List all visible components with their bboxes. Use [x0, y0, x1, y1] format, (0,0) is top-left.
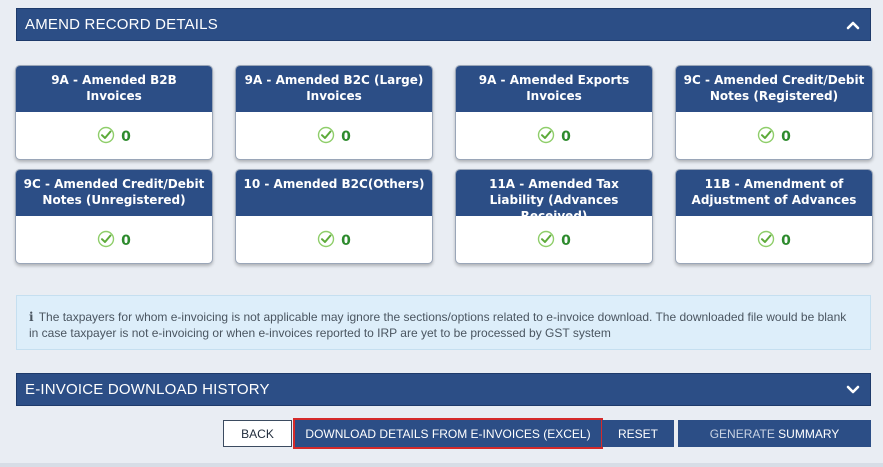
amend-record-details-header[interactable]: AMEND RECORD DETAILS [16, 8, 871, 41]
tile-9a-b2c-large[interactable]: 9A - Amended B2C (Large) Invoices 0 [235, 65, 433, 160]
e-invoice-info-note: i The taxpayers for whom e-invoicing is … [16, 295, 871, 350]
tile-label: 10 - Amended B2C(Others) [236, 170, 432, 216]
tile-count: 0 [781, 232, 791, 249]
e-invoice-download-history-header[interactable]: E-INVOICE DOWNLOAD HISTORY [16, 373, 871, 406]
tile-11a-tax-liability[interactable]: 11A - Amended Tax Liability (Advances Re… [455, 169, 653, 264]
tile-label: 9C - Amended Credit/Debit Notes (Unregis… [16, 170, 212, 216]
check-circle-icon [537, 230, 555, 252]
tile-count: 0 [341, 128, 351, 145]
tile-9c-cdn-unregistered[interactable]: 9C - Amended Credit/Debit Notes (Unregis… [15, 169, 213, 264]
tile-count: 0 [561, 232, 571, 249]
chevron-down-icon[interactable] [844, 381, 862, 399]
check-circle-icon [317, 126, 335, 148]
check-circle-icon [757, 126, 775, 148]
reset-button[interactable]: RESET [602, 420, 674, 447]
check-circle-icon [757, 230, 775, 252]
section-title: AMEND RECORD DETAILS [25, 16, 218, 33]
check-circle-icon [537, 126, 555, 148]
tile-count: 0 [121, 128, 131, 145]
check-circle-icon [317, 230, 335, 252]
tile-label: 9C - Amended Credit/Debit Notes (Registe… [676, 66, 872, 112]
tile-label: 9A - Amended Exports Invoices [456, 66, 652, 112]
info-icon: i [29, 310, 34, 324]
tile-11b-adjustment-advances[interactable]: 11B - Amendment of Adjustment of Advance… [675, 169, 873, 264]
footer-divider [0, 463, 883, 467]
amend-tiles-grid: 9A - Amended B2B Invoices 0 9A - Amended… [15, 65, 873, 264]
tile-label: 11B - Amendment of Adjustment of Advance… [676, 170, 872, 216]
check-circle-icon [97, 230, 115, 252]
generate-summary-button[interactable]: GENERATE SUMMARY [678, 420, 871, 447]
tile-10-b2c-others[interactable]: 10 - Amended B2C(Others) 0 [235, 169, 433, 264]
tile-9a-b2b[interactable]: 9A - Amended B2B Invoices 0 [15, 65, 213, 160]
tile-9a-exports[interactable]: 9A - Amended Exports Invoices 0 [455, 65, 653, 160]
info-text: The taxpayers for whom e-invoicing is no… [29, 310, 847, 340]
tile-count: 0 [121, 232, 131, 249]
tile-label: 9A - Amended B2B Invoices [16, 66, 212, 112]
check-circle-icon [97, 126, 115, 148]
tile-9c-cdn-registered[interactable]: 9C - Amended Credit/Debit Notes (Registe… [675, 65, 873, 160]
tile-label: 11A - Amended Tax Liability (Advances Re… [456, 170, 652, 223]
generate-label: GENERATE [709, 426, 775, 441]
chevron-up-icon[interactable] [844, 16, 862, 34]
tile-count: 0 [781, 128, 791, 145]
download-einvoice-excel-button[interactable]: DOWNLOAD DETAILS FROM E-INVOICES (EXCEL) [293, 418, 603, 449]
tile-count: 0 [341, 232, 351, 249]
tile-label: 9A - Amended B2C (Large) Invoices [236, 66, 432, 112]
back-button[interactable]: BACK [223, 420, 292, 447]
summary-label: SUMMARY [778, 426, 840, 441]
tile-count: 0 [561, 128, 571, 145]
section-title: E-INVOICE DOWNLOAD HISTORY [25, 381, 270, 398]
